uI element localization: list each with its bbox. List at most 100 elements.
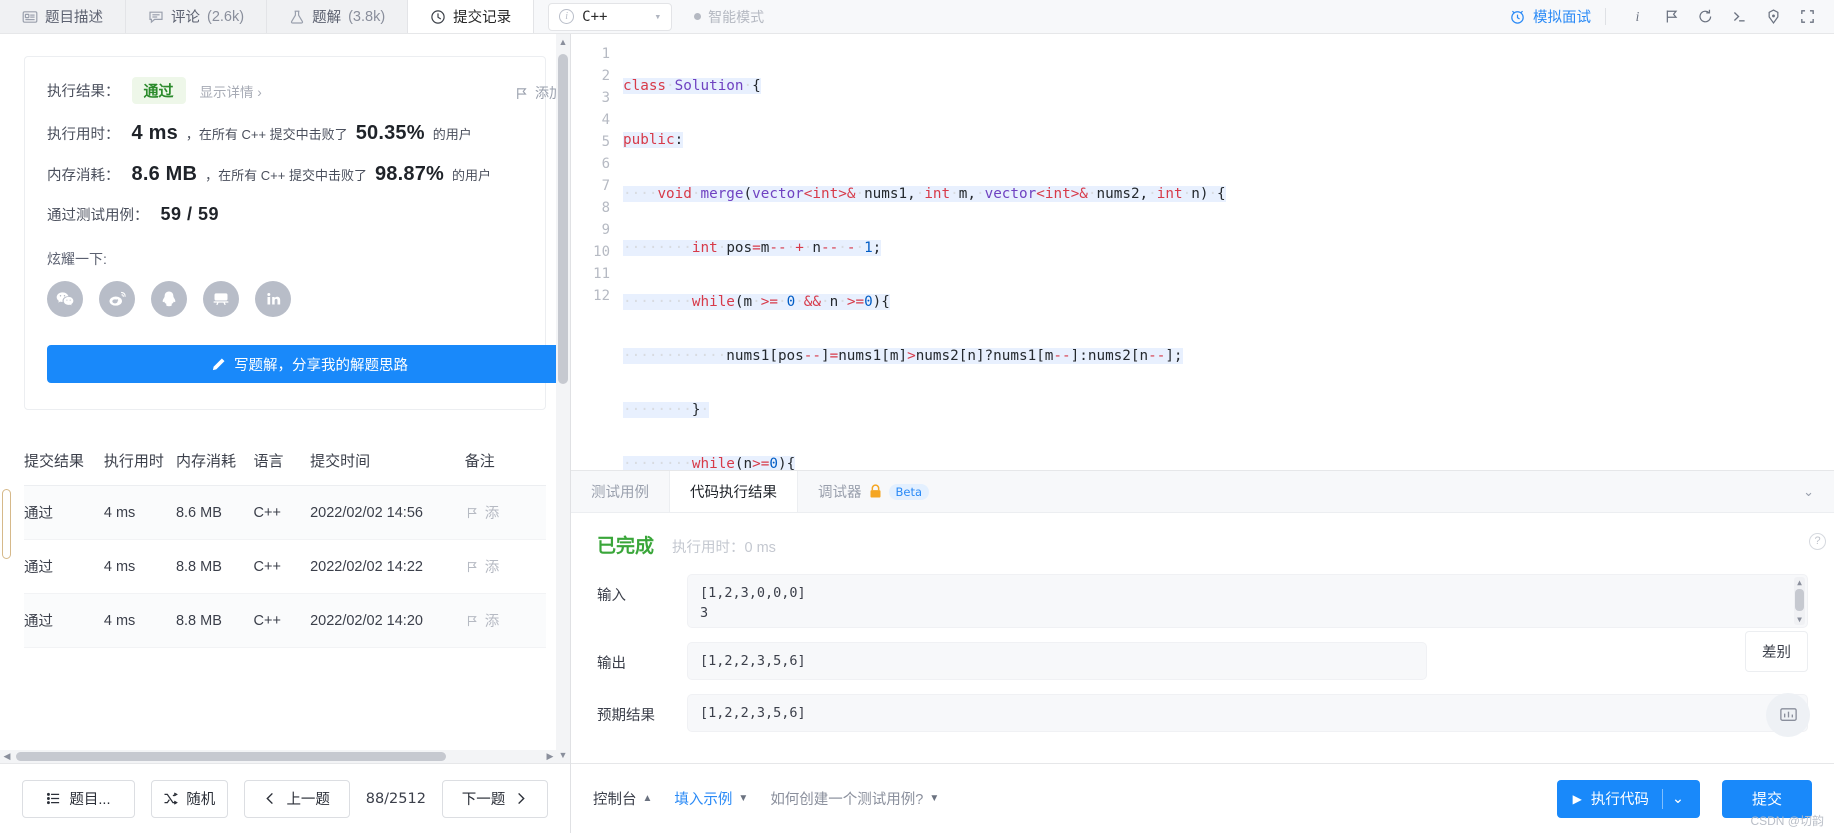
description-icon <box>22 9 38 25</box>
line-number: 6 <box>601 156 610 172</box>
mock-interview-button[interactable]: 模拟面试 <box>1509 6 1591 27</box>
column-header-memory[interactable]: 内存消耗 <box>175 436 254 486</box>
scroll-down-icon[interactable]: ▼ <box>556 747 570 763</box>
tab-label: 代码执行结果 <box>690 485 777 501</box>
table-row[interactable]: 通过 4 ms 8.8 MB C++ 2022/02/02 14:22 添 <box>24 539 546 594</box>
reset-icon[interactable] <box>1688 2 1722 32</box>
scroll-up-icon[interactable]: ▲ <box>1794 577 1805 588</box>
scroll-right-icon[interactable]: ▶ <box>543 750 557 763</box>
column-header-runtime[interactable]: 执行用时 <box>103 436 176 486</box>
submit-label: 提交 <box>1751 791 1782 808</box>
smart-mode-label: 智能模式 <box>708 8 765 25</box>
scrollbar-thumb[interactable] <box>1795 589 1804 611</box>
code-line: class·Solution·{ <box>623 78 761 94</box>
submissions-table-wrap: 提交结果 执行用时 内存消耗 语言 提交时间 备注 通过 4 ms 8.6 MB <box>24 436 546 648</box>
tab-testcase[interactable]: 测试用例 <box>571 471 669 512</box>
help-icon[interactable]: ? <box>1809 533 1826 550</box>
watermark: CSDN @切韵 <box>1750 814 1824 828</box>
memory-suffix-b: 的用户 <box>452 168 492 183</box>
code-editor[interactable]: 1 2 3 4 5 6 7 8 9 10 11 12 class·Solutio… <box>571 34 1834 470</box>
run-code-button[interactable]: ▶ 执行代码 ⌄ <box>1556 779 1700 818</box>
expected-label: 预期结果 <box>597 708 655 724</box>
cell-result[interactable]: 通过 <box>24 539 104 594</box>
diff-button[interactable]: 差别 <box>1745 631 1808 672</box>
tab-submissions[interactable]: 提交记录 <box>408 0 535 33</box>
tab-problem-description[interactable]: 题目描述 <box>0 0 126 33</box>
fill-example-button[interactable]: 填入示例 ▼ <box>674 788 748 809</box>
fill-example-label: 填入示例 <box>674 792 733 808</box>
cell-memory: 8.8 MB <box>175 593 254 648</box>
code-line: ············nums1[pos--]=nums1[m]>nums2[… <box>623 348 1183 364</box>
line-number: 8 <box>601 200 610 216</box>
cell-note[interactable]: 添 <box>464 485 546 540</box>
column-header-result[interactable]: 提交结果 <box>24 436 104 486</box>
tab-comments[interactable]: 评论 (2.6k) <box>126 0 268 33</box>
tab-label: 测试用例 <box>591 485 649 501</box>
status-badge: 通过 <box>131 77 186 104</box>
cell-note[interactable]: 添 <box>464 539 546 594</box>
scrollbar-thumb[interactable] <box>558 54 568 384</box>
drag-handle[interactable] <box>2 489 11 559</box>
table-row[interactable]: 通过 4 ms 8.8 MB C++ 2022/02/02 14:20 添 <box>24 593 546 648</box>
code-line: ········while(m·>=·0·&&·n·>=0){ <box>623 294 890 310</box>
horizontal-scrollbar[interactable]: ◀ ▶ <box>0 750 557 763</box>
cell-language: C++ <box>253 539 311 594</box>
exec-result-row: 执行结果： 通过 显示详情 › <box>47 77 523 104</box>
tab-label: 题解 <box>312 10 342 26</box>
console-toggle[interactable]: 控制台 ▲ <box>593 788 652 809</box>
cell-result[interactable]: 通过 <box>24 593 104 648</box>
collapse-panel-button[interactable]: ⌄ <box>1783 471 1834 512</box>
tab-solutions[interactable]: 题解 (3.8k) <box>267 0 409 33</box>
feedback-icon[interactable] <box>1766 693 1810 737</box>
input-value-box[interactable]: [1,2,3,0,0,0] 3 ▲ ▼ <box>687 574 1808 628</box>
cell-result[interactable]: 通过 <box>24 485 104 540</box>
console-label: 控制台 <box>593 792 637 808</box>
runtime-label: 执行用时： <box>47 127 120 143</box>
qq-icon[interactable] <box>151 281 187 317</box>
tab-debugger[interactable]: 调试器 Beta <box>798 471 949 512</box>
linkedin-icon[interactable] <box>255 281 291 317</box>
problem-list-button[interactable]: 题目... <box>22 779 135 818</box>
problem-tab-strip: 题目描述 评论 (2.6k) 题解 (3.8k) 提交记录 <box>0 0 535 33</box>
scroll-up-icon[interactable]: ▲ <box>556 34 570 50</box>
cell-note[interactable]: 添 <box>464 593 546 648</box>
smart-mode-toggle[interactable]: 智能模式 <box>694 7 764 27</box>
vertical-scrollbar[interactable]: ▲ ▼ <box>556 34 570 763</box>
info-icon[interactable]: i <box>1620 2 1654 32</box>
show-detail-link[interactable]: 显示详情 › <box>200 81 262 101</box>
write-solution-button[interactable]: 写题解，分享我的解题思路 <box>47 345 570 383</box>
tieba-icon[interactable] <box>203 281 239 317</box>
howto-link[interactable]: 如何创建一个测试用例? ▼ <box>770 788 939 809</box>
memory-value: 8.6 MB <box>131 163 198 185</box>
random-problem-button[interactable]: 随机 <box>150 779 228 818</box>
hscrollbar-thumb[interactable] <box>16 752 446 761</box>
next-problem-button[interactable]: 下一题 <box>441 779 549 818</box>
cell-date: 2022/02/02 14:22 <box>310 539 465 594</box>
scroll-left-icon[interactable]: ◀ <box>0 750 14 763</box>
fullscreen-icon[interactable] <box>1790 2 1824 32</box>
flag-icon[interactable] <box>1654 2 1688 32</box>
alarm-clock-icon <box>1509 8 1526 25</box>
prev-problem-button[interactable]: 上一题 <box>243 779 350 818</box>
column-header-date[interactable]: 提交时间 <box>310 436 465 486</box>
column-header-language[interactable]: 语言 <box>253 436 311 486</box>
line-number: 1 <box>601 46 610 62</box>
tab-label: 评论 <box>171 10 200 26</box>
wechat-icon[interactable] <box>47 281 83 317</box>
input-scrollbar[interactable]: ▲ ▼ <box>1794 577 1805 625</box>
table-row[interactable]: 通过 4 ms 8.6 MB C++ 2022/02/02 14:56 添 <box>24 485 546 540</box>
tab-code-result[interactable]: 代码执行结果 <box>669 471 798 512</box>
weibo-icon[interactable] <box>99 281 135 317</box>
expected-value: [1,2,2,3,5,6] <box>700 705 806 721</box>
terminal-icon[interactable] <box>1722 2 1756 32</box>
input-row: 输入 [1,2,3,0,0,0] 3 ▲ ▼ <box>597 574 1808 628</box>
expected-row: 预期结果 [1,2,2,3,5,6] <box>597 694 1808 732</box>
line-number: 12 <box>593 288 610 304</box>
input-line-2: 3 <box>700 605 709 621</box>
info-icon: i <box>559 9 575 24</box>
language-selector[interactable]: i C++ ▾ <box>548 2 673 31</box>
column-header-note[interactable]: 备注 <box>464 436 546 486</box>
settings-icon[interactable] <box>1756 2 1790 32</box>
code-text[interactable]: class·Solution·{ public: ····void·merge(… <box>623 34 1834 470</box>
scroll-down-icon[interactable]: ▼ <box>1794 614 1805 625</box>
